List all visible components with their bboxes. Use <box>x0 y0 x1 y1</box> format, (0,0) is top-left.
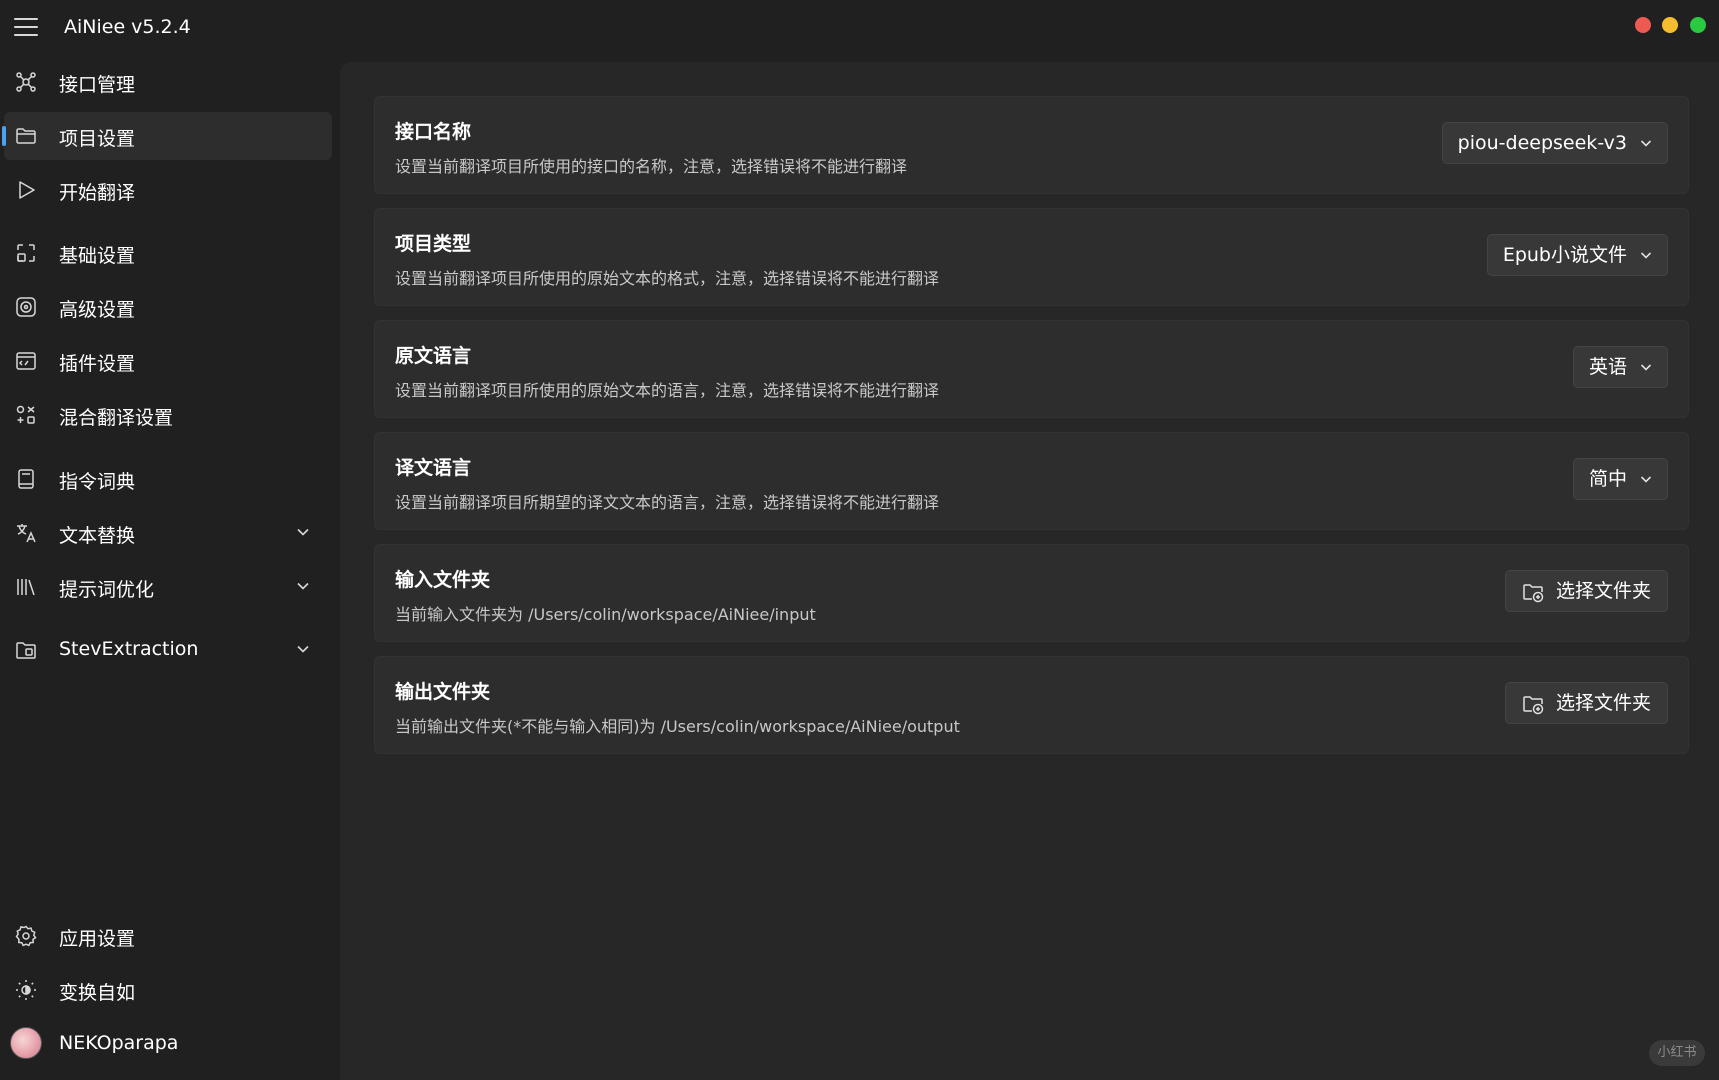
sidebar-item-label: 开始翻译 <box>59 182 136 204</box>
close-button[interactable] <box>1635 17 1651 33</box>
maximize-button[interactable] <box>1690 17 1706 33</box>
book-icon <box>14 467 38 491</box>
setting-description: 当前输出文件夹(*不能与输入相同)为 /Users/colin/workspac… <box>395 717 960 736</box>
dropdown-value: 简中 <box>1588 468 1627 490</box>
chevron-down-icon <box>1640 252 1652 259</box>
sidebar-item-instruction-dictionary[interactable]: 指令词典 <box>4 455 332 503</box>
setting-title: 原文语言 <box>395 345 472 367</box>
sidebar-item-basic-settings[interactable]: 基础设置 <box>4 229 332 277</box>
avatar[interactable] <box>10 1027 42 1059</box>
app-window: AiNiee v5.2.4 接口管理 项目设置 开始翻译 基础设置 高级设置 插… <box>0 0 1719 1080</box>
sidebar-item-api-management[interactable]: 接口管理 <box>4 58 332 106</box>
sidebar-item-label: 基础设置 <box>59 245 136 267</box>
sidebar-item-text-replacement[interactable]: 文本替换 <box>4 509 332 557</box>
minimize-button[interactable] <box>1662 17 1678 33</box>
translate-icon <box>14 521 38 545</box>
chevron-down-icon <box>1640 476 1652 483</box>
target-language-dropdown[interactable]: 简中 <box>1572 458 1668 500</box>
chevron-down-icon <box>297 528 309 536</box>
setting-description: 设置当前翻译项目所期望的译文文本的语言，注意，选择错误将不能进行翻译 <box>395 493 940 512</box>
folder-icon <box>14 124 38 148</box>
gear-icon <box>14 924 38 948</box>
network-nodes-icon <box>14 70 38 94</box>
setting-title: 译文语言 <box>395 457 472 479</box>
sidebar-item-label: 混合翻译设置 <box>59 407 174 429</box>
sidebar-item-mixed-translation-settings[interactable]: 混合翻译设置 <box>4 391 332 439</box>
setting-title: 输入文件夹 <box>395 569 491 591</box>
button-label: 选择文件夹 <box>1555 580 1651 602</box>
setting-card-output-folder: 输出文件夹 当前输出文件夹(*不能与输入相同)为 /Users/colin/wo… <box>374 656 1689 754</box>
sidebar-item-label: 提示词优化 <box>59 579 155 601</box>
dropdown-value: piou-deepseek-v3 <box>1457 132 1627 154</box>
setting-title: 输出文件夹 <box>395 681 491 703</box>
sidebar-item-start-translation[interactable]: 开始翻译 <box>4 166 332 214</box>
select-input-folder-button[interactable]: 选择文件夹 <box>1504 570 1668 612</box>
sidebar-item-label: 接口管理 <box>59 74 136 96</box>
sidebar-item-plugin-settings[interactable]: 插件设置 <box>4 337 332 385</box>
setting-description: 设置当前翻译项目所使用的接口的名称，注意，选择错误将不能进行翻译 <box>395 157 908 176</box>
sidebar-item-prompt-optimization[interactable]: 提示词优化 <box>4 563 332 611</box>
setting-card-api-name: 接口名称 设置当前翻译项目所使用的接口的名称，注意，选择错误将不能进行翻译 pi… <box>374 96 1689 194</box>
chevron-down-icon <box>1640 364 1652 371</box>
library-icon <box>14 575 38 599</box>
frame-icon <box>14 241 38 265</box>
setting-description: 当前输入文件夹为 /Users/colin/workspace/AiNiee/i… <box>395 605 816 624</box>
source-language-dropdown[interactable]: 英语 <box>1572 346 1668 388</box>
sidebar-item-label: 应用设置 <box>59 928 136 950</box>
setting-description: 设置当前翻译项目所使用的原始文本的语言，注意，选择错误将不能进行翻译 <box>395 381 940 400</box>
brightness-icon <box>14 978 38 1002</box>
sidebar-item-label: 插件设置 <box>59 353 136 375</box>
sidebar-item-project-settings[interactable]: 项目设置 <box>2 112 332 160</box>
setting-card-source-language: 原文语言 设置当前翻译项目所使用的原始文本的语言，注意，选择错误将不能进行翻译 … <box>374 320 1689 418</box>
sidebar-item-label: 项目设置 <box>59 128 136 150</box>
setting-card-target-language: 译文语言 设置当前翻译项目所期望的译文文本的语言，注意，选择错误将不能进行翻译 … <box>374 432 1689 530</box>
sidebar-item-stevextraction[interactable]: StevExtraction <box>4 626 332 674</box>
title-bar: AiNiee v5.2.4 <box>0 0 1719 56</box>
dropdown-value: Epub小说文件 <box>1502 244 1627 266</box>
project-type-dropdown[interactable]: Epub小说文件 <box>1486 234 1668 276</box>
button-label: 选择文件夹 <box>1555 692 1651 714</box>
setting-title: 接口名称 <box>395 121 472 143</box>
terminal-icon <box>14 349 38 373</box>
sidebar-item-label: 文本替换 <box>59 525 136 547</box>
menu-icon[interactable] <box>14 18 38 38</box>
extract-icon <box>14 638 38 662</box>
project-settings-panel: 接口名称 设置当前翻译项目所使用的接口的名称，注意，选择错误将不能进行翻译 pi… <box>340 62 1719 1080</box>
api-name-dropdown[interactable]: piou-deepseek-v3 <box>1441 122 1668 164</box>
chevron-down-icon <box>297 645 309 653</box>
app-title: AiNiee v5.2.4 <box>64 16 191 38</box>
setting-card-input-folder: 输入文件夹 当前输入文件夹为 /Users/colin/workspace/Ai… <box>374 544 1689 642</box>
target-icon <box>14 295 38 319</box>
folder-add-icon <box>1523 584 1544 603</box>
sidebar-item-label: 变换自如 <box>59 982 136 1004</box>
play-icon <box>14 178 38 202</box>
sidebar-item-label: 指令词典 <box>59 471 136 493</box>
setting-title: 项目类型 <box>395 233 472 255</box>
setting-description: 设置当前翻译项目所使用的原始文本的格式，注意，选择错误将不能进行翻译 <box>395 269 940 288</box>
sidebar-item-label: StevExtraction <box>59 638 199 660</box>
sidebar-item-theme-toggle[interactable]: 变换自如 <box>4 966 332 1014</box>
dropdown-value: 英语 <box>1588 356 1627 378</box>
select-output-folder-button[interactable]: 选择文件夹 <box>1504 682 1668 724</box>
folder-add-icon <box>1523 696 1544 715</box>
mixed-icon <box>14 403 38 427</box>
sidebar-item-app-settings[interactable]: 应用设置 <box>4 912 332 960</box>
sidebar-item-user-profile[interactable]: NEKOparapa <box>4 1020 332 1068</box>
chevron-down-icon <box>297 582 309 590</box>
sidebar-item-advanced-settings[interactable]: 高级设置 <box>4 283 332 331</box>
user-name: NEKOparapa <box>59 1032 179 1054</box>
watermark: 小红书 <box>1649 1040 1705 1066</box>
setting-card-project-type: 项目类型 设置当前翻译项目所使用的原始文本的格式，注意，选择错误将不能进行翻译 … <box>374 208 1689 306</box>
chevron-down-icon <box>1640 140 1652 147</box>
sidebar-item-label: 高级设置 <box>59 299 136 321</box>
